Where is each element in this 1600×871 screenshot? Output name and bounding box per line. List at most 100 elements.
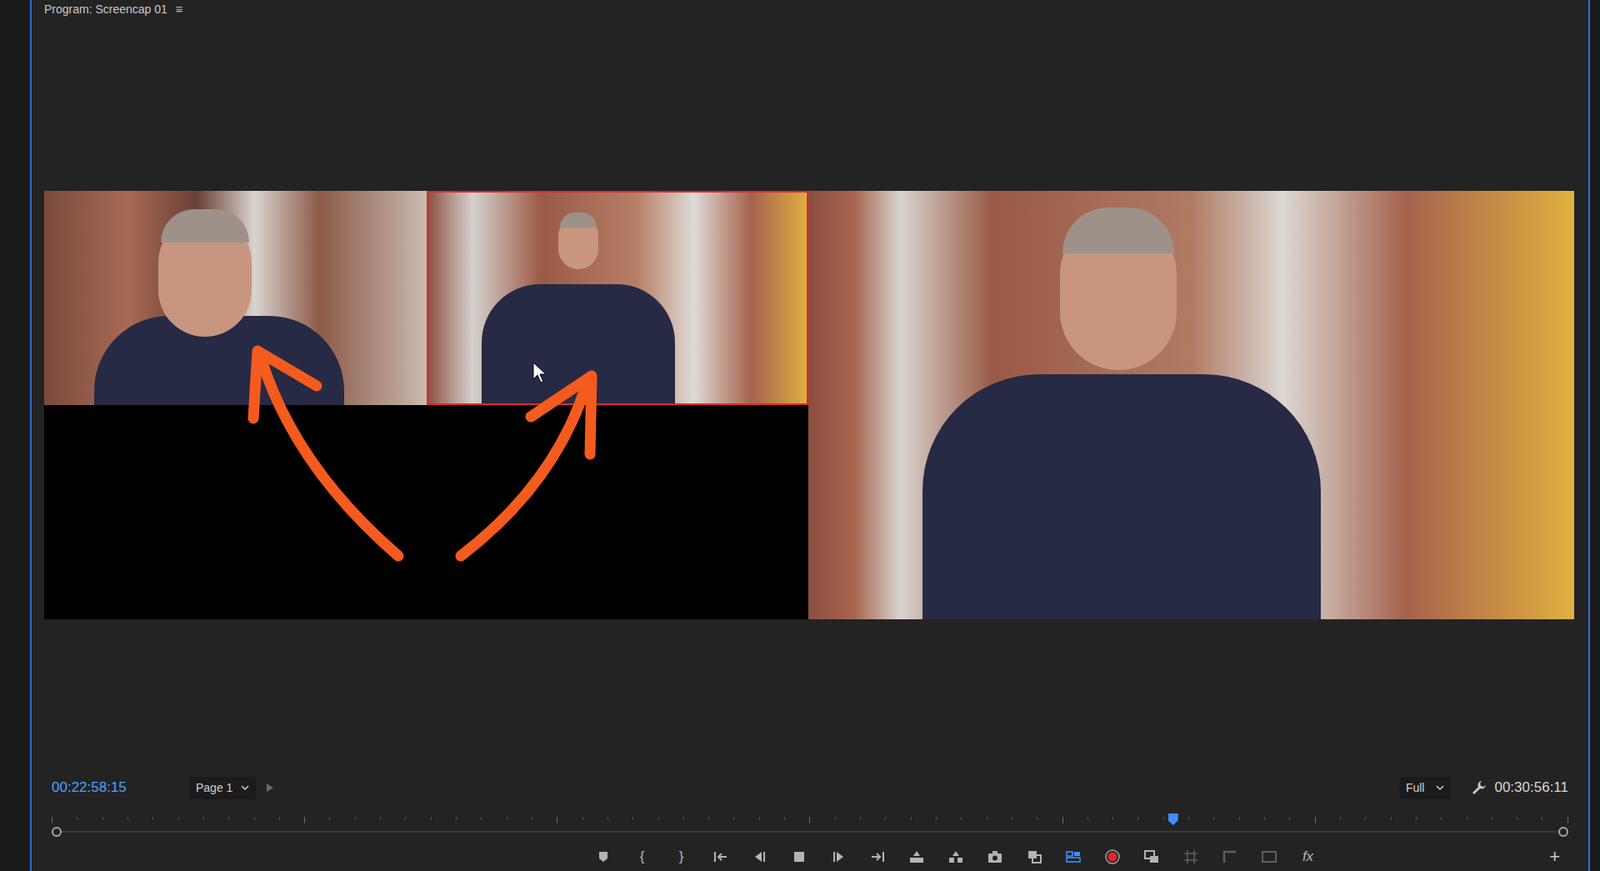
control-button[interactable] (935, 844, 975, 870)
control-button[interactable] (583, 844, 623, 870)
control-button[interactable] (818, 844, 858, 870)
tick (279, 816, 280, 820)
tick (127, 816, 129, 820)
tick (860, 816, 861, 820)
tick (885, 816, 886, 820)
control-button[interactable] (1092, 844, 1132, 870)
zoom-handle-left[interactable] (51, 826, 62, 837)
tick (1315, 816, 1316, 824)
tick (1567, 816, 1569, 824)
multicam-angle[interactable] (426, 405, 810, 620)
control-state (712, 848, 730, 865)
control-enabled (1221, 848, 1239, 865)
tick (506, 816, 508, 820)
control-button[interactable] (740, 844, 780, 870)
overlay-icon (1260, 848, 1278, 865)
control-button[interactable] (1014, 844, 1054, 870)
marker-icon (595, 848, 612, 865)
zoom-select[interactable]: Full (1399, 776, 1452, 800)
tick (1163, 816, 1165, 820)
compare-icon (1025, 848, 1043, 865)
control-state (1025, 848, 1043, 865)
tick (1087, 816, 1089, 820)
multicam-angle[interactable] (44, 405, 427, 620)
tick (203, 816, 205, 820)
playhead[interactable] (1168, 813, 1179, 825)
control-state (1065, 848, 1082, 865)
page-select[interactable]: Page 1 (189, 776, 256, 800)
hair (560, 212, 597, 228)
control-button[interactable] (1170, 844, 1210, 870)
control-enabled (986, 848, 1004, 865)
tick (759, 816, 760, 820)
panel-menu-icon[interactable]: ≡ (175, 0, 184, 19)
control-button[interactable] (1210, 844, 1250, 870)
control-button[interactable]: } (661, 844, 701, 870)
control-enabled (1143, 848, 1160, 865)
control-state (869, 848, 886, 865)
control-button[interactable]: { (622, 844, 662, 870)
record-icon (1104, 848, 1121, 865)
control-button[interactable] (1249, 844, 1289, 870)
tick (355, 816, 356, 820)
stop-icon (790, 848, 808, 865)
scrubber-track[interactable] (56, 808, 1564, 842)
control-state (751, 848, 769, 865)
tick (1213, 816, 1215, 820)
control-label: { (640, 849, 645, 864)
go-to-in-icon (712, 848, 730, 865)
control-enabled (790, 848, 808, 865)
multicam-angle[interactable] (426, 190, 810, 405)
control-button[interactable] (896, 844, 936, 870)
tick (430, 816, 432, 820)
control-state (908, 848, 925, 865)
viewer (31, 18, 1589, 767)
chevron-icon (240, 785, 250, 791)
time-row: 00:22:58:15 Page 1 Full 00:30:56:11 (31, 766, 1589, 809)
panel-title: Program: Screencap 01 (44, 0, 168, 19)
control-state (947, 848, 965, 865)
tick (733, 816, 735, 820)
next-page-icon[interactable] (265, 782, 275, 793)
tick (1137, 816, 1139, 820)
tick (304, 816, 305, 824)
tick (556, 816, 558, 824)
tick (658, 816, 660, 820)
control-button[interactable] (1053, 844, 1093, 870)
control-button[interactable] (779, 844, 819, 870)
angle-frame (426, 190, 810, 405)
tick (254, 816, 255, 820)
camera-icon (986, 848, 1004, 865)
duration-timecode: 00:30:56:11 (1494, 776, 1569, 799)
control-button[interactable] (1131, 844, 1171, 870)
transport-controls: {} fx + (31, 841, 1589, 871)
control-button[interactable] (857, 844, 897, 870)
control-state (1182, 848, 1200, 865)
control-button[interactable] (700, 844, 740, 870)
control-enabled (1065, 848, 1082, 865)
multicam-angle[interactable] (44, 190, 427, 405)
control-button[interactable]: fx (1288, 844, 1328, 870)
step-back-icon (751, 848, 769, 865)
current-timecode[interactable]: 00:22:58:15 (51, 776, 169, 799)
tick (582, 816, 584, 820)
tick (1011, 816, 1013, 820)
grid-icon (1182, 848, 1200, 865)
tick (986, 816, 988, 820)
control-enabled (1182, 848, 1200, 865)
control-state (1260, 848, 1278, 865)
annotation-overlay (44, 190, 809, 620)
tick (1440, 816, 1442, 820)
control-state (986, 848, 1004, 865)
tick (51, 816, 53, 824)
tick (1289, 816, 1290, 820)
tick (1340, 816, 1341, 820)
add-button[interactable]: + (1549, 847, 1560, 866)
program-video (808, 190, 1575, 620)
zoom-handle-right[interactable] (1558, 826, 1569, 837)
tick (809, 816, 810, 824)
tick (835, 816, 836, 820)
control-button[interactable] (975, 844, 1015, 870)
wrench-icon[interactable] (1470, 779, 1488, 796)
multicam-grid (44, 190, 809, 620)
